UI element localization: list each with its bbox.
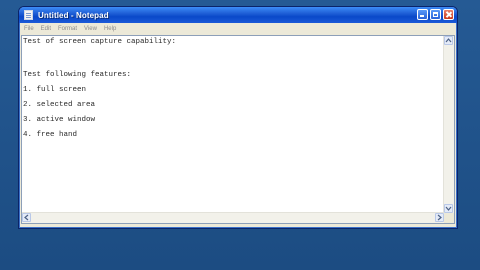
menu-view[interactable]: View [84, 26, 97, 32]
minimize-button[interactable] [417, 9, 428, 20]
text-line: Test of screen capture capability: [23, 38, 177, 46]
menu-format[interactable]: Format [58, 26, 77, 32]
notepad-window: Untitled - Notepad File Edit Format View… [18, 6, 458, 229]
title-bar[interactable]: Untitled - Notepad [19, 7, 457, 23]
menu-file[interactable]: File [24, 26, 34, 32]
text-content[interactable]: Test of screen capture capability: Test … [22, 36, 443, 212]
scroll-down-button[interactable] [444, 204, 453, 213]
close-button[interactable] [443, 9, 454, 20]
horizontal-scrollbar[interactable] [22, 212, 444, 223]
chevron-up-icon [445, 38, 452, 43]
text-line: 4. free hand [23, 131, 78, 139]
text-line: 1. full screen [23, 86, 87, 94]
desktop: Untitled - Notepad File Edit Format View… [0, 0, 480, 270]
vertical-scrollbar[interactable] [443, 36, 454, 213]
size-grip[interactable] [444, 213, 454, 223]
chevron-down-icon [445, 206, 452, 211]
scroll-right-button[interactable] [435, 213, 444, 222]
text-editor[interactable]: Test of screen capture capability: Test … [21, 35, 455, 224]
text-line [23, 53, 442, 68]
scroll-left-button[interactable] [22, 213, 31, 222]
text-line: 3. active window [23, 116, 96, 124]
menu-help[interactable]: Help [104, 26, 116, 32]
notepad-icon[interactable] [24, 10, 33, 20]
maximize-button[interactable] [430, 9, 441, 20]
text-line: 2. selected area [23, 101, 96, 109]
text-line: Test following features: [23, 71, 132, 79]
chevron-right-icon [437, 214, 442, 221]
menu-bar: File Edit Format View Help [21, 23, 455, 34]
window-title: Untitled - Notepad [38, 10, 109, 20]
chevron-left-icon [24, 214, 29, 221]
scroll-up-button[interactable] [444, 36, 453, 45]
window-controls [417, 9, 454, 20]
menu-edit[interactable]: Edit [41, 26, 51, 32]
